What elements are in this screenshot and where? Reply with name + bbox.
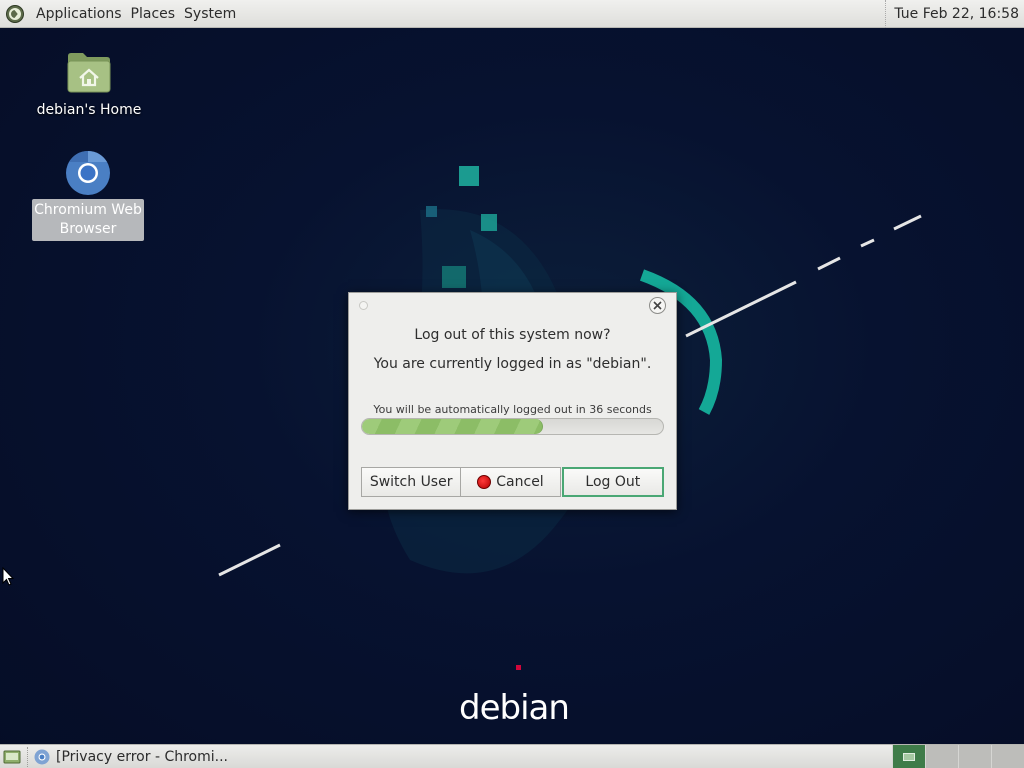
chromium-icon [34, 749, 50, 764]
desktop-icon-chromium[interactable]: Chromium Web Browser [32, 150, 144, 241]
menu-system[interactable]: System [180, 0, 240, 28]
close-icon [653, 301, 662, 310]
desktop-icon-label: debian's Home [36, 102, 142, 118]
panel-separator [27, 746, 28, 767]
close-button[interactable] [649, 297, 666, 314]
desktop-icon-label: Chromium Web Browser [32, 199, 144, 241]
mouse-pointer-icon [2, 566, 15, 591]
workspace-4[interactable] [991, 745, 1024, 768]
top-panel: Applications Places System Tue Feb 22, 1… [0, 0, 1024, 28]
window-menu-icon[interactable] [359, 301, 368, 310]
cancel-label: Cancel [496, 474, 544, 490]
taskbar-item-label: [Privacy error - Chromi... [56, 748, 228, 765]
workspace-2[interactable] [925, 745, 958, 768]
show-desktop-icon [3, 750, 21, 763]
workspace-1[interactable] [892, 745, 925, 768]
dialog-titlebar[interactable] [349, 293, 676, 317]
menu-applications[interactable]: Applications [32, 0, 126, 28]
desktop-icon-home[interactable]: debian's Home [33, 50, 145, 121]
switch-user-button[interactable]: Switch User [361, 467, 462, 497]
countdown-progress-bar [361, 418, 664, 435]
workspace-switcher [892, 745, 1024, 768]
logout-dialog: Log out of this system now? You are curr… [348, 292, 677, 510]
dialog-button-row: Switch User Cancel Log Out [361, 467, 664, 497]
switch-user-label: Switch User [369, 474, 453, 490]
progress-fill [362, 419, 543, 434]
dialog-subtitle: You are currently logged in as "debian". [373, 356, 652, 372]
menu-places[interactable]: Places [127, 0, 180, 28]
dialog-title: Log out of this system now? [414, 327, 611, 343]
cancel-button[interactable]: Cancel [461, 467, 561, 497]
clock[interactable]: Tue Feb 22, 16:58 [885, 0, 1024, 28]
workspace-3[interactable] [958, 745, 991, 768]
show-desktop-button[interactable] [1, 746, 23, 768]
chromium-icon [65, 150, 111, 196]
debian-wordmark: debian [459, 688, 570, 728]
debian-dot [516, 665, 521, 670]
cancel-icon [477, 475, 492, 489]
taskbar-item-chromium[interactable]: [Privacy error - Chromi... [32, 746, 232, 768]
home-folder-icon [66, 50, 112, 94]
log-out-button[interactable]: Log Out [561, 467, 664, 497]
debian-menu-icon[interactable] [4, 3, 26, 25]
countdown-text: You will be automatically logged out in … [373, 403, 652, 416]
bottom-panel: [Privacy error - Chromi... [0, 744, 1024, 768]
workspace-window-preview [903, 752, 915, 761]
log-out-label: Log Out [585, 474, 641, 490]
